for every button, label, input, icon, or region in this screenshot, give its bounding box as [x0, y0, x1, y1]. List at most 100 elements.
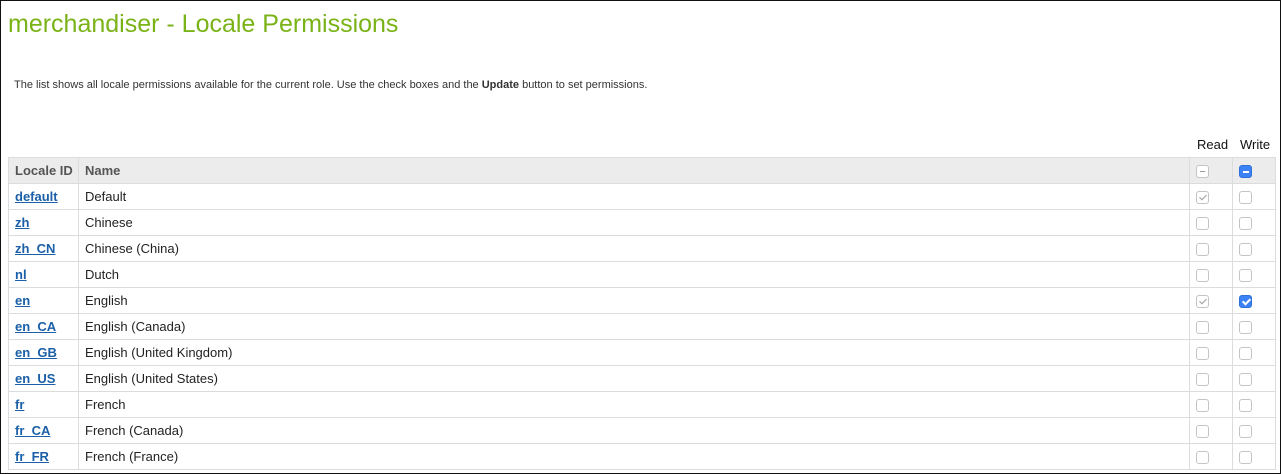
locale-id-link[interactable]: en_GB — [15, 345, 57, 360]
read-cell — [1189, 209, 1233, 236]
locale-id-link[interactable]: zh_CN — [15, 241, 55, 256]
read-all-cell — [1189, 157, 1233, 184]
read-checkbox — [1196, 295, 1209, 309]
locale-name-cell: Chinese — [78, 209, 1190, 236]
write-checkbox[interactable] — [1239, 217, 1252, 231]
read-cell — [1189, 443, 1233, 470]
write-checkbox[interactable] — [1239, 425, 1252, 439]
read-checkbox[interactable] — [1196, 373, 1209, 387]
locale-name-cell: English (Canada) — [78, 313, 1190, 340]
table-row: default Default — [8, 183, 1276, 210]
write-checkbox[interactable] — [1239, 399, 1252, 413]
write-cell — [1232, 443, 1276, 470]
locale-id-link[interactable]: zh — [15, 215, 29, 230]
locale-id-cell: fr — [8, 391, 79, 418]
locale-name-cell: French — [78, 391, 1190, 418]
read-cell — [1189, 313, 1233, 340]
locale-id-link[interactable]: nl — [15, 267, 27, 282]
table-row: en English — [8, 287, 1276, 314]
write-checkbox[interactable] — [1239, 451, 1252, 465]
write-checkbox[interactable] — [1239, 347, 1252, 361]
page-title: merchandiser - Locale Permissions — [8, 10, 399, 38]
read-all-checkbox — [1196, 165, 1209, 179]
write-cell — [1232, 339, 1276, 366]
read-checkbox[interactable] — [1196, 399, 1209, 413]
locale-id-cell: en_GB — [8, 339, 79, 366]
table-row: zh Chinese — [8, 209, 1276, 236]
locale-id-link[interactable]: fr_CA — [15, 423, 50, 438]
read-cell — [1189, 261, 1233, 288]
locale-name-cell: English (United States) — [78, 365, 1190, 392]
read-cell — [1189, 235, 1233, 262]
read-cell — [1189, 417, 1233, 444]
write-cell — [1232, 287, 1276, 314]
read-checkbox[interactable] — [1196, 451, 1209, 465]
read-column-label: Read — [1197, 137, 1229, 152]
write-checkbox[interactable] — [1239, 373, 1252, 387]
read-cell — [1189, 183, 1233, 210]
write-checkbox[interactable] — [1239, 191, 1252, 205]
locale-name-cell: Default — [78, 183, 1190, 210]
locale-id-link[interactable]: default — [15, 189, 58, 204]
read-cell — [1189, 339, 1233, 366]
locale-name-cell: Dutch — [78, 261, 1190, 288]
write-cell — [1232, 313, 1276, 340]
locale-name-cell: French (Canada) — [78, 417, 1190, 444]
locale-name-cell: French (France) — [78, 443, 1190, 470]
page-description: The list shows all locale permissions av… — [14, 79, 647, 91]
locale-id-cell: zh_CN — [8, 235, 79, 262]
locale-id-link[interactable]: fr — [15, 397, 24, 412]
table-header-row: Locale ID Name — [8, 157, 1276, 184]
read-checkbox[interactable] — [1196, 321, 1209, 335]
read-checkbox[interactable] — [1196, 269, 1209, 283]
read-checkbox[interactable] — [1196, 243, 1209, 257]
locale-id-cell: nl — [8, 261, 79, 288]
write-cell — [1232, 183, 1276, 210]
write-cell — [1232, 417, 1276, 444]
locale-name-cell: English (United Kingdom) — [78, 339, 1190, 366]
locale-permissions-table: Locale ID Name default Default zh Chinese zh… — [8, 157, 1276, 470]
table-row: fr_FR French (France) — [8, 443, 1276, 470]
description-update-keyword: Update — [481, 79, 520, 91]
write-checkbox[interactable] — [1239, 269, 1252, 283]
locale-id-link[interactable]: en_US — [15, 371, 55, 386]
locale-id-cell: en_US — [8, 365, 79, 392]
write-cell — [1232, 391, 1276, 418]
column-header-name[interactable]: Name — [78, 157, 1190, 184]
read-cell — [1189, 391, 1233, 418]
write-column-label: Write — [1240, 137, 1271, 152]
read-checkbox[interactable] — [1196, 217, 1209, 231]
write-checkbox[interactable] — [1239, 321, 1252, 335]
locale-id-link[interactable]: en_CA — [15, 319, 56, 334]
table-row: en_US English (United States) — [8, 365, 1276, 392]
write-checkbox[interactable] — [1239, 243, 1252, 257]
description-text: The list shows all locale permissions av… — [14, 79, 482, 91]
locale-id-link[interactable]: en — [15, 293, 30, 308]
locale-name-cell: Chinese (China) — [78, 235, 1190, 262]
read-checkbox — [1196, 191, 1209, 205]
locale-id-cell: en — [8, 287, 79, 314]
table-row: en_GB English (United Kingdom) — [8, 339, 1276, 366]
write-all-checkbox[interactable] — [1239, 165, 1252, 179]
locale-id-cell: en_CA — [8, 313, 79, 340]
description-text-end: button to set permissions. — [519, 79, 648, 91]
table-row: zh_CN Chinese (China) — [8, 235, 1276, 262]
table-row: nl Dutch — [8, 261, 1276, 288]
column-header-locale-id[interactable]: Locale ID — [8, 157, 79, 184]
read-checkbox[interactable] — [1196, 347, 1209, 361]
table-row: fr French — [8, 391, 1276, 418]
locale-id-cell: default — [8, 183, 79, 210]
write-checkbox[interactable] — [1239, 295, 1252, 309]
locale-id-cell: fr_CA — [8, 417, 79, 444]
locale-id-cell: fr_FR — [8, 443, 79, 470]
page-frame: merchandiser - Locale Permissions The li… — [0, 0, 1281, 474]
locale-id-cell: zh — [8, 209, 79, 236]
write-cell — [1232, 261, 1276, 288]
table-row: en_CA English (Canada) — [8, 313, 1276, 340]
write-all-cell — [1232, 157, 1276, 184]
table-row: fr_CA French (Canada) — [8, 417, 1276, 444]
write-cell — [1232, 209, 1276, 236]
locale-id-link[interactable]: fr_FR — [15, 449, 49, 464]
read-checkbox[interactable] — [1196, 425, 1209, 439]
read-cell — [1189, 287, 1233, 314]
